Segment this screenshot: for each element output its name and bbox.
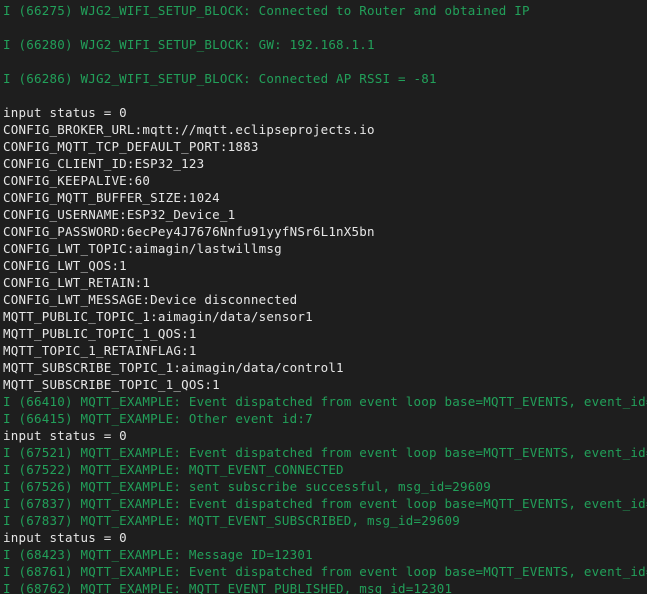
terminal-line: I (67522) MQTT_EXAMPLE: MQTT_EVENT_CONNE… [3,462,344,477]
terminal-line: CONFIG_PASSWORD:6ecPey4J7676Nnfu91yyfNSr… [3,224,375,239]
terminal-line: CONFIG_KEEPALIVE:60 [3,173,151,188]
terminal-line: I (66410) MQTT_EXAMPLE: Event dispatched… [3,394,647,409]
terminal-line: MQTT_SUBSCRIBE_TOPIC_1_QOS:1 [3,377,220,392]
terminal-line: I (68762) MQTT_EXAMPLE: MQTT_EVENT_PUBLI… [3,581,453,594]
terminal-line: I (66275) WJG2_WIFI_SETUP_BLOCK: Connect… [3,3,530,18]
terminal-line: CONFIG_USERNAME:ESP32_Device_1 [3,207,236,222]
terminal-line: I (66280) WJG2_WIFI_SETUP_BLOCK: GW: 192… [3,37,375,52]
terminal-line: CONFIG_CLIENT_ID:ESP32_123 [3,156,205,171]
terminal-line: MQTT_PUBLIC_TOPIC_1:aimagin/data/sensor1 [3,309,313,324]
terminal-line: I (67837) MQTT_EXAMPLE: MQTT_EVENT_SUBSC… [3,513,460,528]
terminal-line: I (67521) MQTT_EXAMPLE: Event dispatched… [3,445,647,460]
terminal-line: CONFIG_MQTT_BUFFER_SIZE:1024 [3,190,220,205]
terminal-line: I (67526) MQTT_EXAMPLE: sent subscribe s… [3,479,491,494]
terminal-line: CONFIG_LWT_QOS:1 [3,258,127,273]
terminal-line: I (68423) MQTT_EXAMPLE: Message ID=12301 [3,547,313,562]
terminal-line: CONFIG_MQTT_TCP_DEFAULT_PORT:1883 [3,139,259,154]
terminal-line: MQTT_PUBLIC_TOPIC_1_QOS:1 [3,326,197,341]
terminal-line: CONFIG_LWT_MESSAGE:Device disconnected [3,292,298,307]
terminal-line: CONFIG_LWT_TOPIC:aimagin/lastwillmsg [3,241,282,256]
terminal-line: MQTT_SUBSCRIBE_TOPIC_1:aimagin/data/cont… [3,360,344,375]
terminal-line: MQTT_TOPIC_1_RETAINFLAG:1 [3,343,197,358]
terminal-line: I (66415) MQTT_EXAMPLE: Other event id:7 [3,411,313,426]
terminal-line: input status = 0 [3,530,127,545]
terminal-line: I (68761) MQTT_EXAMPLE: Event dispatched… [3,564,647,579]
terminal-line: CONFIG_BROKER_URL:mqtt://mqtt.eclipsepro… [3,122,375,137]
terminal-line: CONFIG_LWT_RETAIN:1 [3,275,151,290]
terminal-line: I (66286) WJG2_WIFI_SETUP_BLOCK: Connect… [3,71,437,86]
terminal-output-pane[interactable]: I (66275) WJG2_WIFI_SETUP_BLOCK: Connect… [0,0,647,594]
terminal-line: input status = 0 [3,428,127,443]
terminal-line: I (67837) MQTT_EXAMPLE: Event dispatched… [3,496,647,511]
terminal-line: input status = 0 [3,105,127,120]
